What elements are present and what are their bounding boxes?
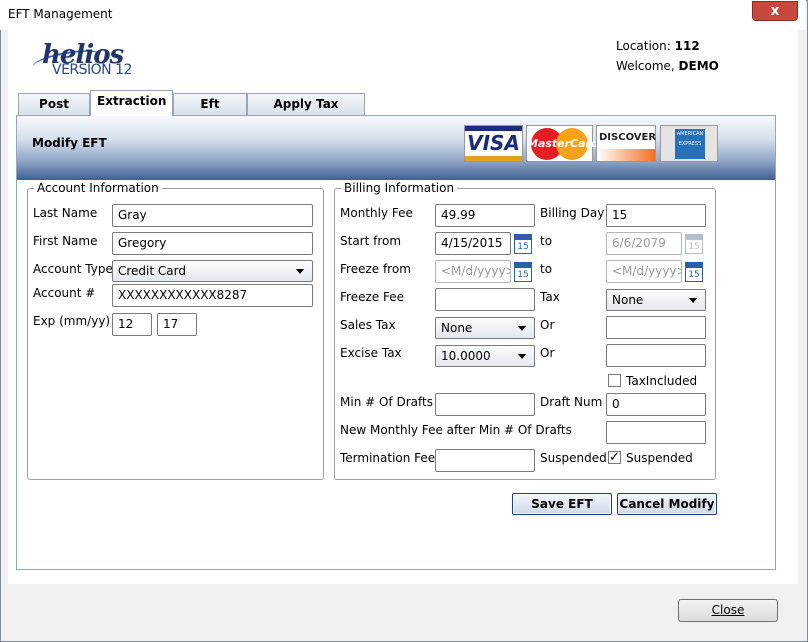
header-title: Modify EFT bbox=[32, 136, 107, 150]
account-number-field[interactable]: XXXXXXXXXXXX8287 bbox=[112, 284, 313, 307]
exp-month-field[interactable]: 12 bbox=[112, 313, 152, 336]
start-to-calendar-icon[interactable]: 15 bbox=[685, 234, 703, 254]
monthly-fee-field[interactable]: 49.99 bbox=[435, 204, 535, 227]
billing-information-legend: Billing Information bbox=[344, 181, 455, 195]
sales-tax-select[interactable]: None bbox=[435, 317, 535, 339]
title-bar bbox=[0, 0, 806, 30]
termination-fee-field[interactable] bbox=[435, 449, 535, 472]
visa-logo: VISA bbox=[464, 125, 523, 162]
exp-label: Exp (mm/yy) bbox=[33, 314, 111, 328]
excise-tax-or-field[interactable] bbox=[606, 344, 706, 367]
account-type-label: Account Type bbox=[33, 262, 113, 276]
billing-day-label: Billing Day bbox=[540, 206, 605, 220]
first-name-field[interactable]: Gregory bbox=[112, 232, 313, 255]
last-name-label: Last Name bbox=[33, 206, 98, 220]
monthly-fee-label: Monthly Fee bbox=[340, 206, 413, 220]
amex-logo: AMERICAN EXPRESS bbox=[660, 125, 718, 162]
new-monthly-fee-label: New Monthly Fee after Min # Of Drafts bbox=[340, 423, 572, 437]
location-value: 112 bbox=[674, 39, 700, 53]
account-number-label: Account # bbox=[33, 286, 96, 300]
termination-fee-label: Termination Fee bbox=[340, 451, 436, 465]
chevron-down-icon bbox=[518, 354, 526, 359]
tab-eft-bonus[interactable]: Eft Bonus bbox=[173, 93, 247, 131]
last-name-field[interactable]: Gray bbox=[112, 204, 313, 227]
chevron-down-icon bbox=[689, 298, 697, 303]
start-from-calendar-icon[interactable]: 15 bbox=[514, 234, 532, 254]
chevron-down-icon bbox=[296, 269, 304, 274]
welcome-info: Welcome, DEMO bbox=[616, 59, 719, 73]
freeze-to-field[interactable]: <M/d/yyyy> bbox=[606, 260, 682, 283]
window-title: EFT Management bbox=[8, 7, 113, 21]
close-button[interactable]: Close bbox=[678, 599, 778, 622]
min-drafts-label: Min # Of Drafts bbox=[340, 395, 433, 409]
sales-tax-label: Sales Tax bbox=[340, 318, 396, 332]
freeze-to-label: to bbox=[540, 262, 553, 276]
discover-logo: DISCOVER bbox=[596, 125, 656, 162]
tax-label: Tax bbox=[540, 290, 560, 304]
sales-tax-or-label: Or bbox=[540, 318, 555, 332]
tax-included-label: TaxIncluded bbox=[626, 374, 698, 388]
suspended-checkbox[interactable]: ✓ bbox=[608, 451, 621, 464]
billing-day-field[interactable]: 15 bbox=[606, 204, 706, 227]
freeze-fee-field[interactable] bbox=[435, 288, 535, 311]
cancel-modify-button[interactable]: Cancel Modify bbox=[617, 493, 717, 515]
tab-post-info[interactable]: Post Info bbox=[18, 93, 90, 131]
sales-tax-or-field[interactable] bbox=[606, 316, 706, 339]
window-close-button[interactable]: x bbox=[752, 1, 798, 21]
draft-num-label: Draft Num bbox=[540, 395, 603, 409]
min-drafts-field[interactable] bbox=[435, 393, 535, 416]
account-type-select[interactable]: Credit Card bbox=[112, 260, 313, 282]
logo-version: VERSION 12 bbox=[52, 62, 132, 78]
freeze-from-label: Freeze from bbox=[340, 262, 411, 276]
new-monthly-fee-field[interactable] bbox=[606, 421, 706, 444]
excise-tax-label: Excise Tax bbox=[340, 346, 402, 360]
chevron-down-icon bbox=[518, 326, 526, 331]
draft-num-field[interactable]: 0 bbox=[606, 393, 706, 416]
save-eft-button[interactable]: Save EFT bbox=[512, 493, 612, 515]
freeze-to-calendar-icon[interactable]: 15 bbox=[685, 262, 703, 282]
excise-tax-or-label: Or bbox=[540, 346, 555, 360]
start-to-label: to bbox=[540, 234, 553, 248]
location-info: Location: 112 bbox=[616, 39, 700, 53]
first-name-label: First Name bbox=[33, 234, 98, 248]
suspended-label: Suspended bbox=[540, 451, 607, 465]
tab-extraction[interactable]: Extraction bbox=[90, 90, 173, 116]
tax-select[interactable]: None bbox=[606, 289, 706, 311]
freeze-from-field[interactable]: <M/d/yyyy> bbox=[435, 260, 511, 283]
start-from-label: Start from bbox=[340, 234, 402, 248]
excise-tax-select[interactable]: 10.0000 bbox=[435, 345, 535, 367]
suspended-checkbox-label: Suspended bbox=[626, 451, 693, 465]
mastercard-logo: MasterCard bbox=[526, 125, 599, 162]
tax-included-checkbox[interactable] bbox=[608, 374, 621, 387]
exp-year-field[interactable]: 17 bbox=[157, 313, 197, 336]
freeze-fee-label: Freeze Fee bbox=[340, 290, 404, 304]
start-to-field[interactable]: 6/6/2079 bbox=[606, 232, 682, 255]
start-from-field[interactable]: 4/15/2015 bbox=[435, 232, 511, 255]
account-information-legend: Account Information bbox=[37, 181, 159, 195]
tab-apply-tax-utility[interactable]: Apply Tax Utility bbox=[247, 93, 365, 131]
welcome-user: DEMO bbox=[678, 59, 719, 73]
freeze-from-calendar-icon[interactable]: 15 bbox=[514, 262, 532, 282]
